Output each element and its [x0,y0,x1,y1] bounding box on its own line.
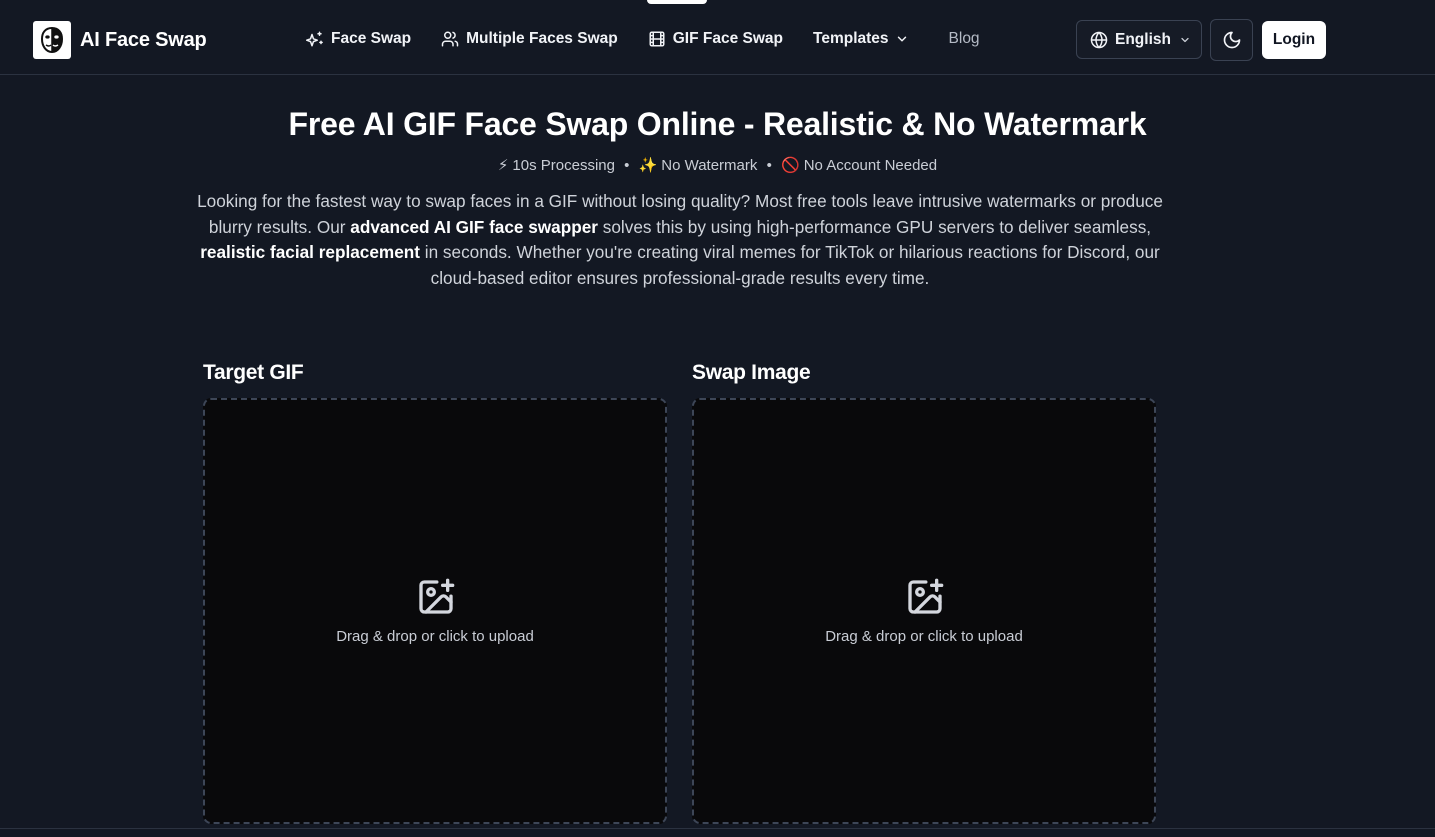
feature-text: No Watermark [661,157,758,174]
page-title: Free AI GIF Face Swap Online - Realistic… [288,106,1147,142]
main-nav: Face Swap Multiple Faces Swap GIF Face S… [306,0,1010,78]
chevron-down-icon [895,32,909,46]
brand-name: AI Face Swap [80,28,207,51]
lightning-icon: ⚡ [497,157,509,174]
users-icon [441,30,459,48]
target-gif-label: Target GIF [203,361,304,384]
sparkles-icon: ✨ [638,157,658,174]
globe-icon [1090,31,1108,49]
chevron-down-icon [1179,34,1191,46]
nav-label: GIF Face Swap [672,30,783,47]
feature-processing: ⚡ 10s Processing [498,157,619,174]
description-highlight: advanced AI GIF face swapper [350,216,598,237]
site-header: AI Face Swap Face Swap Multiple Faces Sw… [0,0,1435,75]
language-label: English [1115,30,1171,48]
dropzone-hint: Drag & drop or click to upload [825,628,1023,645]
feature-badges: ⚡ 10s Processing • ✨ No Watermark • 🚫 No Ac… [0,156,1435,174]
feature-separator: • [766,157,772,174]
logo-mask-icon [33,21,71,59]
sparkles-icon [306,30,324,48]
brand-logo-link[interactable]: AI Face Swap [33,21,207,59]
feature-text: 10s Processing [512,157,615,174]
nav-label: Multiple Faces Swap [466,30,618,47]
prohibited-icon: 🚫 [781,157,800,174]
nav-item-multiple-faces-swap[interactable]: Multiple Faces Swap [441,30,618,48]
nav-item-blog[interactable]: Blog [949,30,980,48]
moon-icon [1222,30,1242,50]
image-plus-icon [905,577,945,617]
nav-label: Face Swap [331,30,412,47]
description-text: solves this by using high-performance GP… [597,216,1152,237]
feature-no-watermark: ✨ No Watermark [639,157,762,174]
feature-no-account: 🚫 No Account Needed [781,157,937,174]
film-icon [648,30,666,48]
nav-item-face-swap[interactable]: Face Swap [306,30,411,48]
divider [0,828,1435,829]
nav-label: Blog [948,30,980,47]
language-selector[interactable]: English [1076,20,1202,59]
nav-item-templates[interactable]: Templates [813,30,909,48]
nav-label: Templates [813,30,889,47]
nav-item-gif-face-swap[interactable]: GIF Face Swap [648,30,783,48]
hero-description: Looking for the fastest way to swap face… [195,189,1165,291]
description-highlight: realistic facial replacement [200,242,420,262]
login-button[interactable]: Login [1262,21,1326,59]
description-text: in seconds. Whether you're creating vira… [419,242,1160,288]
image-plus-icon [416,577,456,617]
swap-image-dropzone[interactable]: Drag & drop or click to upload [692,398,1156,824]
theme-toggle-button[interactable] [1210,19,1253,61]
dropzone-hint: Drag & drop or click to upload [336,628,534,645]
swap-image-label: Swap Image [692,361,811,384]
target-gif-dropzone[interactable]: Drag & drop or click to upload [203,398,667,824]
feature-separator: • [624,157,630,174]
feature-text: No Account Needed [803,157,938,174]
